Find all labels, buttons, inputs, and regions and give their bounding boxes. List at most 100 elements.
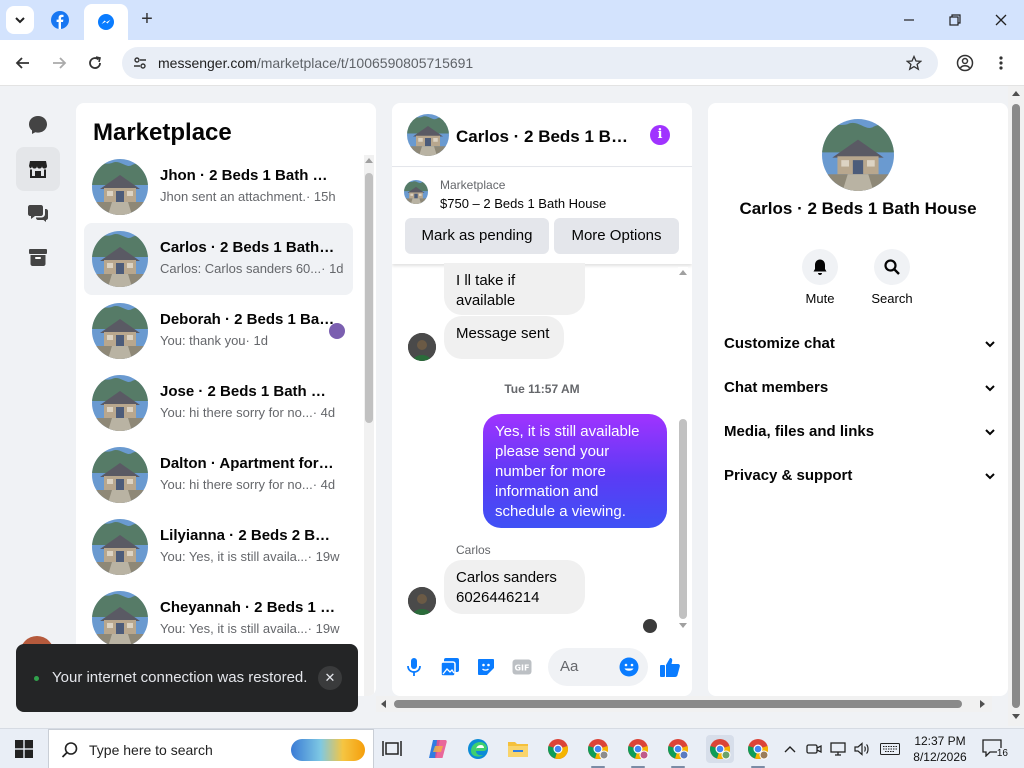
- edge-button[interactable]: [466, 737, 490, 761]
- new-tab-button[interactable]: +: [136, 8, 158, 30]
- conversation-preview: You: Yes, it is still availa...· 19w: [160, 549, 350, 564]
- listing-price-title[interactable]: $750 – 2 Beds 1 Bath House: [440, 196, 606, 211]
- search-in-chat-button[interactable]: [874, 249, 910, 285]
- rail-chats[interactable]: [16, 103, 60, 147]
- copilot-button[interactable]: [426, 737, 450, 761]
- rail-requests[interactable]: [16, 191, 60, 235]
- close-window-button[interactable]: [986, 8, 1016, 32]
- scroll-up-arrow-icon[interactable]: [1012, 90, 1020, 96]
- conversation-item[interactable]: Lilyianna · 2 Beds 2 Bath House You: Yes,…: [84, 511, 353, 583]
- conversation-item[interactable]: Deborah · 2 Beds 1 Bath House You: thank …: [84, 295, 353, 367]
- rail-archive[interactable]: [16, 235, 60, 279]
- taskbar-search-box[interactable]: Type here to search: [48, 729, 374, 768]
- scroll-left-arrow-icon[interactable]: [380, 700, 386, 708]
- chat-title[interactable]: Carlos · 2 Beds 1 Bath House: [456, 127, 636, 147]
- chrome-profile-5-button[interactable]: [746, 737, 770, 768]
- chat-scroll-thumb[interactable]: [679, 419, 687, 619]
- volume-button[interactable]: [852, 737, 872, 761]
- restore-button[interactable]: [940, 8, 970, 32]
- message-bubble[interactable]: I ll take if available: [444, 263, 585, 315]
- network-button[interactable]: [828, 737, 848, 761]
- conversation-item[interactable]: Dalton · Apartment for rent You: hi there…: [84, 439, 353, 511]
- keyboard-button[interactable]: [878, 737, 902, 761]
- chrome-profile-4-button[interactable]: [706, 735, 734, 763]
- show-hidden-icons-button[interactable]: [780, 737, 800, 761]
- sticker-button[interactable]: [475, 656, 497, 678]
- start-button[interactable]: [12, 737, 36, 761]
- conversation-name: Deborah · 2 Beds 1 Bath House: [160, 311, 336, 328]
- arrow-left-icon: [15, 57, 29, 69]
- info-avatar[interactable]: [822, 119, 894, 191]
- search-action[interactable]: Search: [862, 249, 922, 306]
- conversation-item[interactable]: Jose · 2 Beds 1 Bath House You: hi there …: [84, 367, 353, 439]
- chevron-down-icon: [984, 337, 996, 354]
- message-input-placeholder: Aa: [560, 658, 579, 675]
- list-scrollbar[interactable]: [364, 155, 374, 696]
- meet-now-button[interactable]: [804, 737, 824, 761]
- taskbar-clock[interactable]: 12:37 PM 8/12/2026: [908, 733, 972, 765]
- back-button[interactable]: [11, 51, 35, 75]
- voice-clip-button[interactable]: [403, 656, 425, 678]
- message-bubble[interactable]: Carlos sanders 6026446214: [444, 560, 585, 614]
- info-section-toggle[interactable]: Customize chat: [724, 335, 996, 359]
- like-button[interactable]: [658, 655, 682, 679]
- tab-search-button[interactable]: [6, 6, 34, 34]
- info-section-toggle[interactable]: Privacy & support: [724, 467, 996, 491]
- chrome-profile-3-button[interactable]: [666, 737, 690, 768]
- contact-avatar[interactable]: [408, 333, 436, 361]
- more-options-button[interactable]: More Options: [554, 218, 679, 254]
- tab-messenger[interactable]: [84, 4, 128, 40]
- notification-center-button[interactable]: 16: [982, 739, 1008, 759]
- address-bar[interactable]: messenger.com/marketplace/t/100659080571…: [122, 47, 938, 79]
- site-info-icon[interactable]: [132, 55, 148, 71]
- page-horizontal-scrollbar[interactable]: [376, 696, 992, 712]
- info-icon[interactable]: i: [650, 125, 670, 145]
- scroll-down-arrow-icon[interactable]: [1012, 714, 1020, 720]
- gif-button[interactable]: GIF: [511, 656, 533, 678]
- chrome-profile-2-button[interactable]: [626, 737, 650, 768]
- page-horizontal-scroll-thumb[interactable]: [394, 700, 962, 708]
- reload-button[interactable]: [83, 51, 107, 75]
- my-message-bubble[interactable]: Yes, it is still available please send y…: [483, 414, 667, 528]
- chat-avatar[interactable]: [407, 114, 449, 156]
- list-scroll-thumb[interactable]: [365, 173, 373, 423]
- preview-text: Carlos: Carlos sanders 60...: [160, 261, 322, 276]
- house-photo-icon: [404, 180, 428, 204]
- rail-marketplace[interactable]: [16, 147, 60, 191]
- info-section-label: Privacy & support: [724, 467, 853, 484]
- conversation-name: Lilyianna · 2 Beds 2 Bath House: [160, 527, 336, 544]
- message-input[interactable]: Aa: [548, 648, 648, 686]
- contact-avatar[interactable]: [408, 587, 436, 615]
- chat-scrollbar[interactable]: [678, 267, 688, 633]
- chrome-profile-1-button[interactable]: [586, 737, 610, 768]
- page-vertical-scrollbar[interactable]: [1008, 86, 1024, 726]
- gif-icon: GIF: [512, 659, 532, 675]
- attach-photo-button[interactable]: [439, 656, 461, 678]
- browser-menu-button[interactable]: [989, 51, 1013, 75]
- chrome-button[interactable]: [546, 737, 570, 761]
- tab-facebook[interactable]: [40, 6, 80, 34]
- page-vertical-scroll-thumb[interactable]: [1012, 104, 1020, 708]
- mark-pending-button[interactable]: Mark as pending: [405, 218, 549, 254]
- mute-action[interactable]: Mute: [790, 249, 850, 306]
- info-section-label: Customize chat: [724, 335, 835, 352]
- profile-button[interactable]: [953, 51, 977, 75]
- file-explorer-button[interactable]: [506, 737, 530, 761]
- minimize-button[interactable]: [894, 8, 924, 32]
- info-section-toggle[interactable]: Chat members: [724, 379, 996, 403]
- conversation-item[interactable]: Jhon · 2 Beds 1 Bath House Jhon sent an a…: [84, 151, 353, 223]
- message-bubble[interactable]: Message sent: [444, 316, 564, 359]
- conversation-item[interactable]: Carlos · 2 Beds 1 Bath House Carlos: Carl…: [84, 223, 353, 295]
- info-section-toggle[interactable]: Media, files and links: [724, 423, 996, 447]
- forward-button[interactable]: [47, 51, 71, 75]
- mute-button[interactable]: [802, 249, 838, 285]
- toast-close-button[interactable]: ✕: [318, 666, 342, 690]
- scroll-right-arrow-icon[interactable]: [980, 700, 986, 708]
- emoji-icon[interactable]: [619, 657, 639, 677]
- scroll-down-arrow-icon[interactable]: [679, 623, 687, 629]
- listing-thumbnail[interactable]: [404, 180, 428, 204]
- task-view-button[interactable]: [380, 737, 404, 761]
- bookmark-star-icon[interactable]: [906, 55, 922, 71]
- scroll-up-arrow-icon[interactable]: [365, 157, 373, 163]
- scroll-up-arrow-icon[interactable]: [679, 269, 687, 275]
